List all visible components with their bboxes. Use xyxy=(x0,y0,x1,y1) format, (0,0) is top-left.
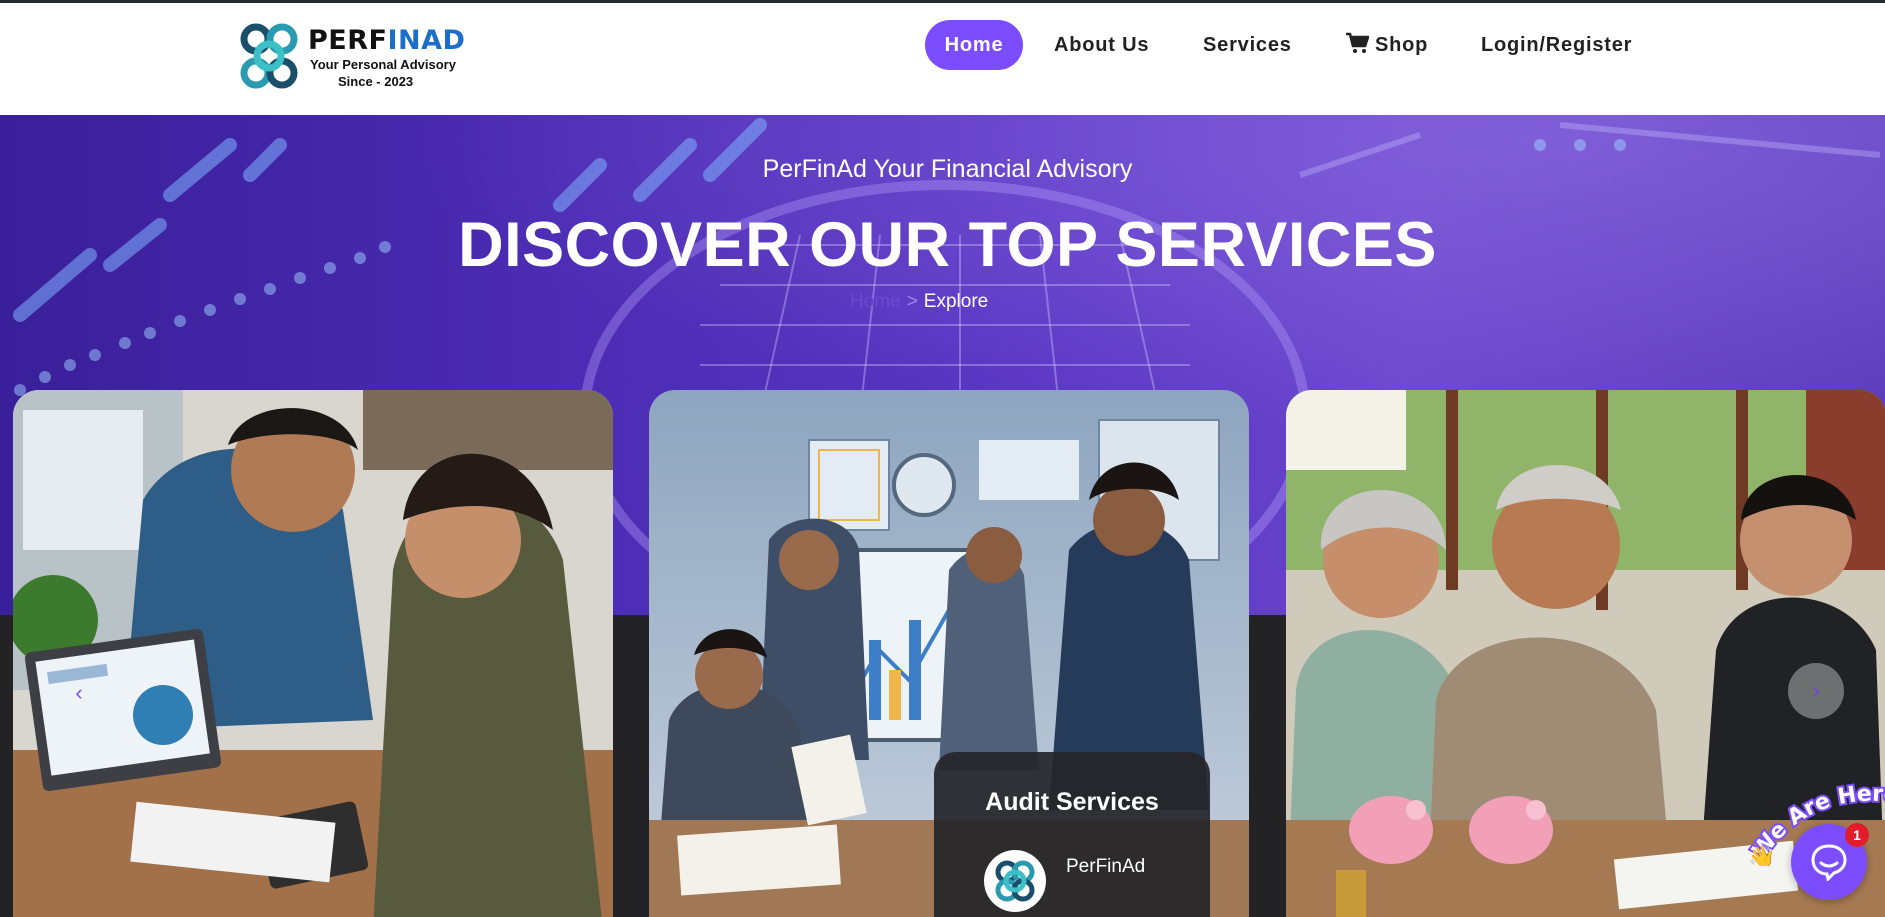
logo-tagline: Your Personal Advisory xyxy=(310,57,456,72)
nav-shop-label: Shop xyxy=(1375,34,1429,56)
nav-shop[interactable]: Shop xyxy=(1345,20,1428,70)
logo-knot-icon xyxy=(995,860,1035,902)
brand-logo[interactable]: PERFINAD Your Personal Advisory Since - … xyxy=(232,17,472,99)
chat-notification-badge: 1 xyxy=(1845,823,1869,847)
service-card-debt[interactable] xyxy=(13,390,613,917)
logo-wordmark: PERFINAD xyxy=(308,25,466,56)
logo-since: Since - 2023 xyxy=(338,74,414,89)
slider-prev-button[interactable]: ‹ xyxy=(64,678,94,708)
hero-tagline: PerFinAd Your Financial Advisory xyxy=(762,155,1133,183)
site-header: PERFINAD Your Personal Advisory Since - … xyxy=(0,3,1885,115)
breadcrumb-separator: > xyxy=(906,291,918,312)
logo-knot-icon xyxy=(240,23,298,89)
nav-services[interactable]: Services xyxy=(1203,20,1292,70)
audit-card-caption[interactable]: Audit Services PerFinAd xyxy=(934,752,1210,917)
breadcrumb-home-link[interactable]: Home xyxy=(850,291,901,312)
breadcrumb-current: Explore xyxy=(923,291,989,312)
hero-title: DISCOVER OUR TOP SERVICES xyxy=(458,210,1437,280)
wave-hand-icon: 👋 xyxy=(1748,844,1775,866)
slider-next-button[interactable]: › xyxy=(1788,663,1844,719)
nav-home[interactable]: Home xyxy=(925,20,1023,70)
nav-login-register[interactable]: Login/Register xyxy=(1481,20,1632,70)
chat-bubble-icon xyxy=(1811,844,1847,881)
cart-icon xyxy=(1346,32,1369,53)
couple-debt-planning-photo xyxy=(13,390,613,917)
author-name: PerFinAd xyxy=(1066,856,1146,877)
author-avatar xyxy=(984,850,1046,912)
nav-about-us[interactable]: About Us xyxy=(1054,20,1149,70)
breadcrumb: Home > Explore xyxy=(850,291,988,313)
card-title: Audit Services xyxy=(985,788,1159,816)
